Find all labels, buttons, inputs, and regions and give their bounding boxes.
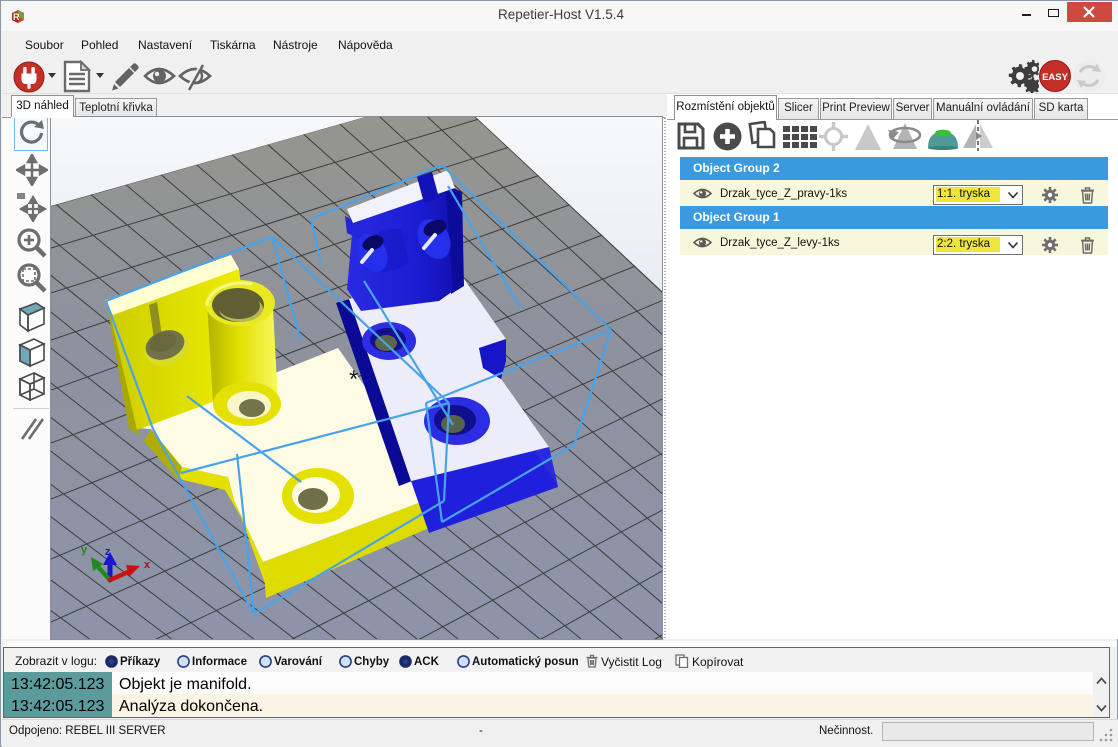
svg-text:z: z [105,546,111,558]
svg-text:EASY: EASY [1042,72,1069,83]
svg-text:R: R [13,12,20,22]
svg-text:x: x [144,559,151,571]
svg-text:y: y [81,544,88,556]
svg-text:*: * [349,366,358,393]
